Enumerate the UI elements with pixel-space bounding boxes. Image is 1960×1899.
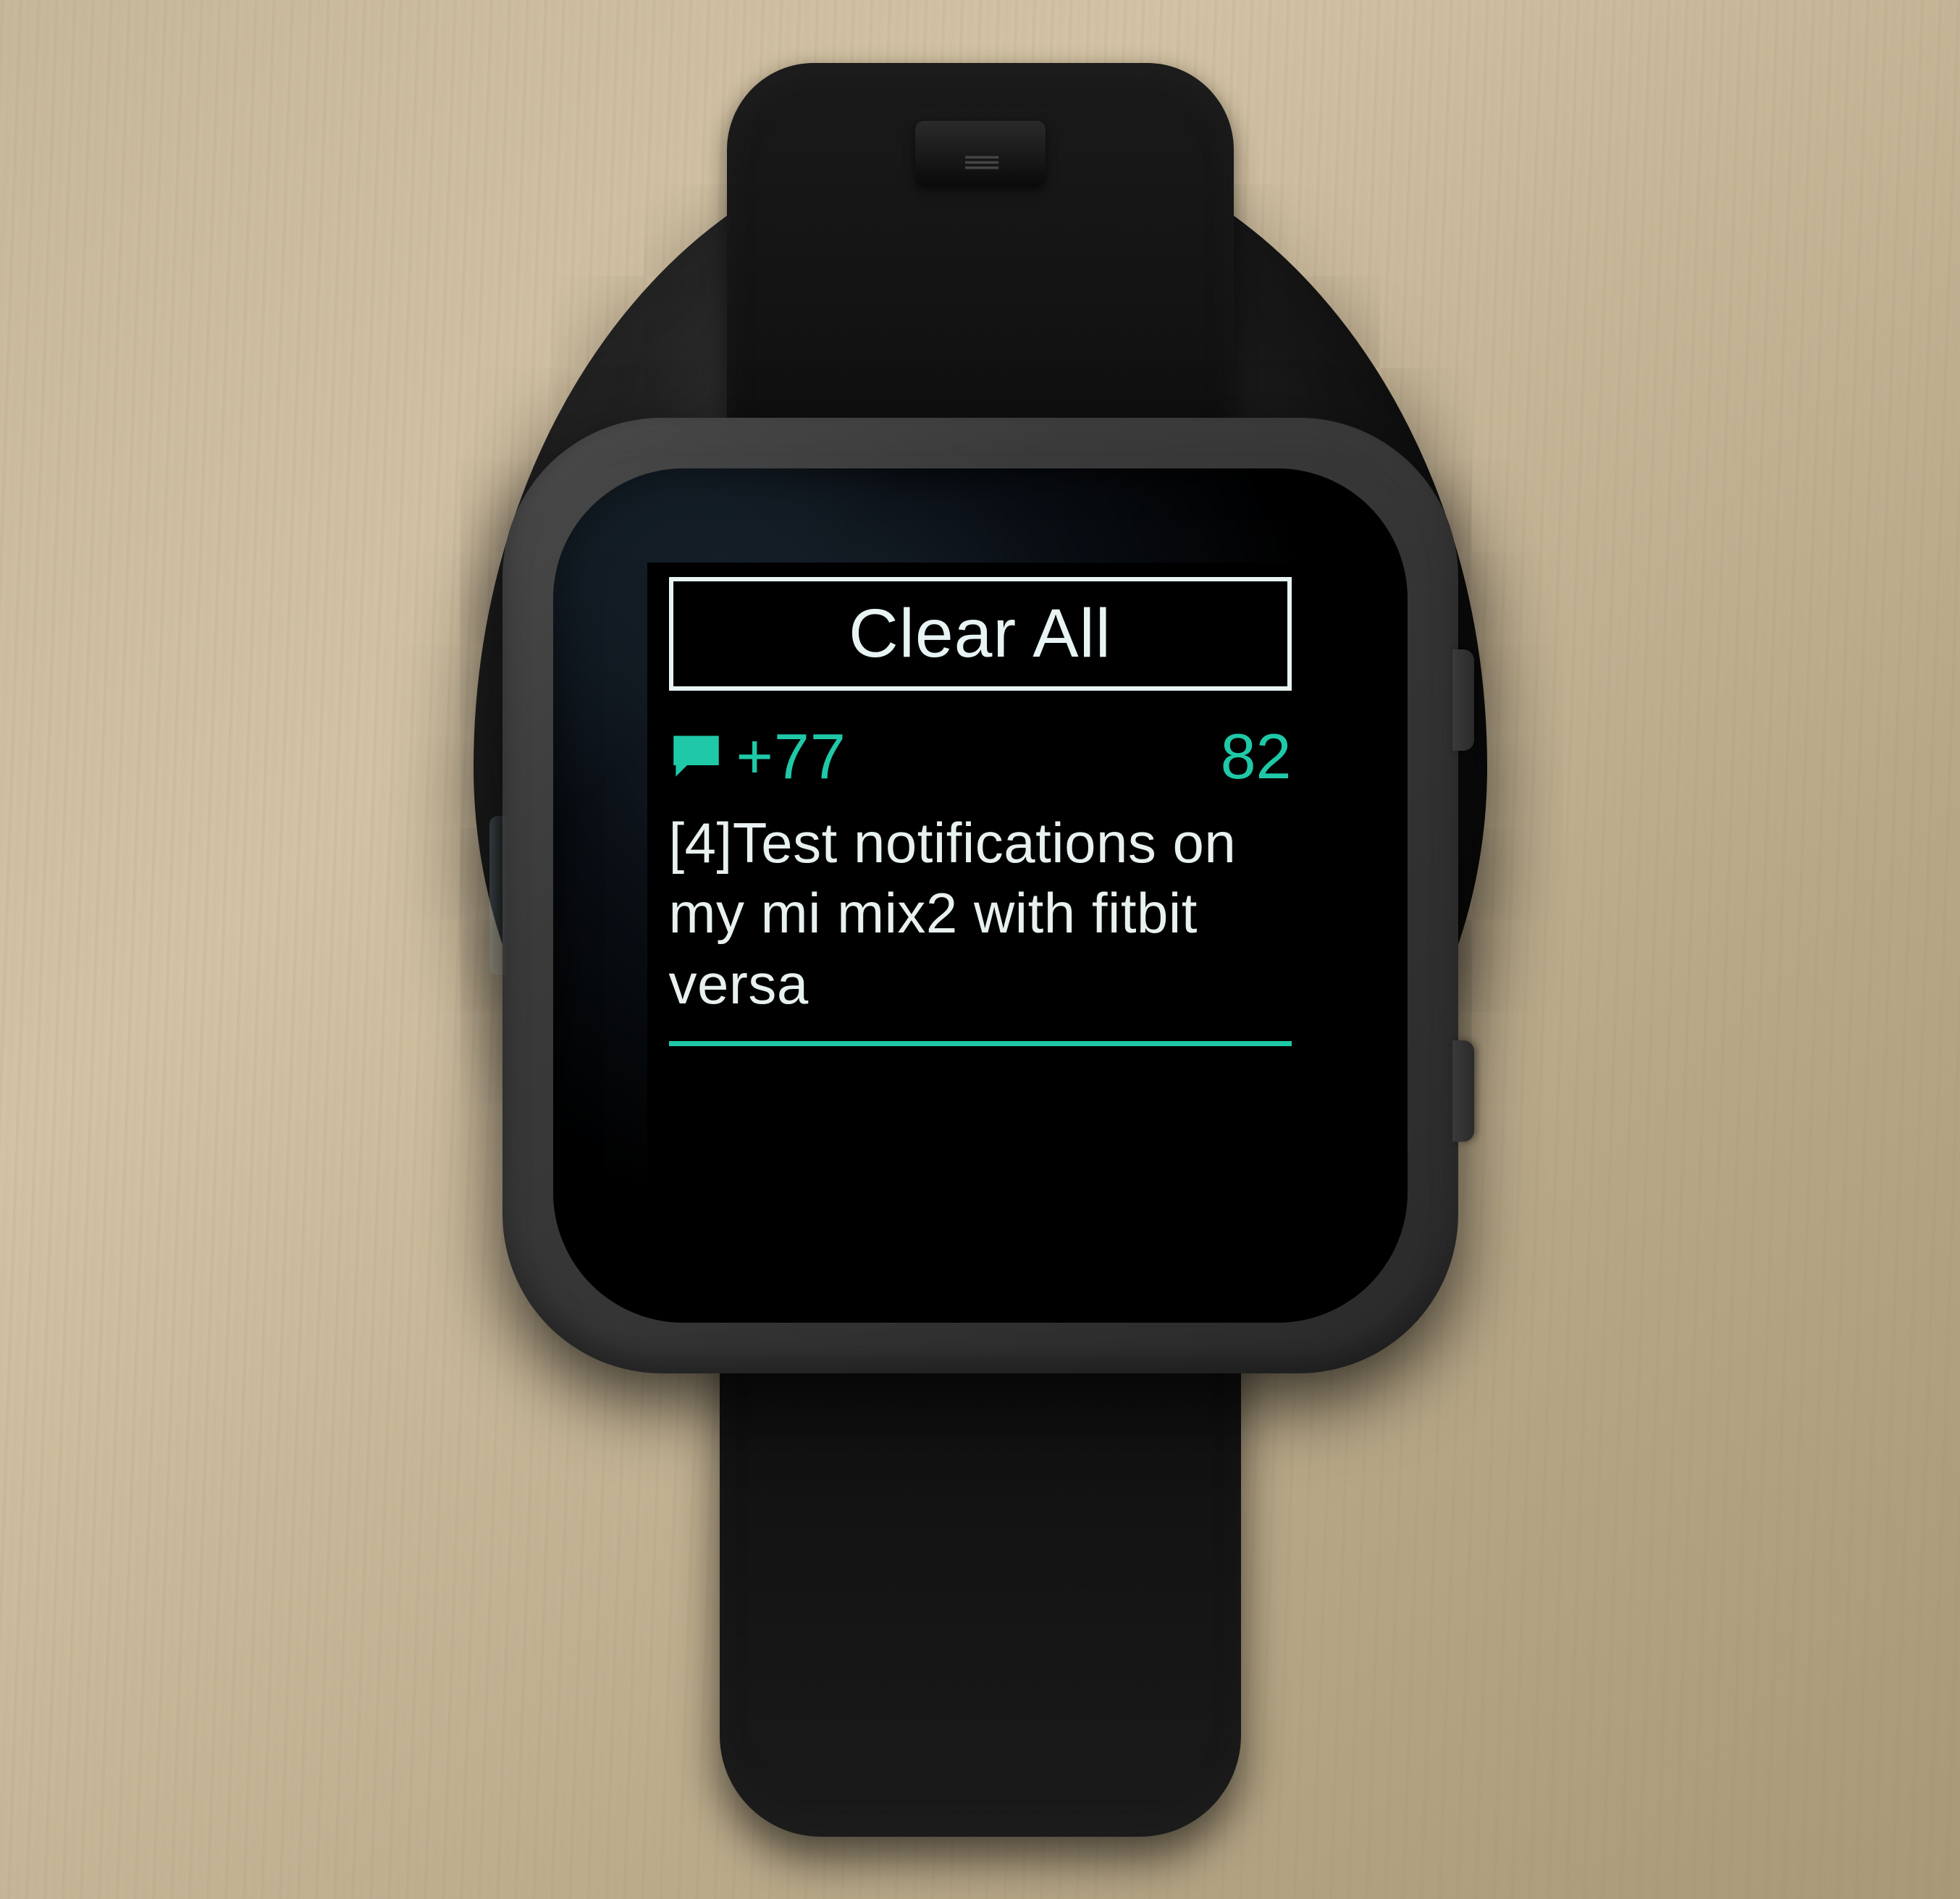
watch-band-top (727, 63, 1234, 461)
notification-sender: +77 (736, 720, 1208, 793)
notification-count: 82 (1221, 720, 1292, 793)
watch-screen[interactable]: Clear All +77 82 [4]Test notifications o… (647, 563, 1313, 1229)
side-button-bottom[interactable] (1452, 1040, 1474, 1142)
side-button-top[interactable] (1452, 649, 1474, 751)
notification-divider (669, 1041, 1292, 1046)
watch-band-bottom (720, 1330, 1241, 1837)
notification-header[interactable]: +77 82 (669, 720, 1292, 793)
chat-bubble-icon (669, 733, 723, 780)
screen-bezel: Clear All +77 82 [4]Test notifications o… (553, 468, 1408, 1323)
notification-body[interactable]: [4]Test notifications on my mi mix2 with… (669, 808, 1292, 1020)
smartwatch: Clear All +77 82 [4]Test notifications o… (502, 63, 1458, 1837)
bezel-reflection (489, 816, 508, 975)
clear-all-button[interactable]: Clear All (669, 577, 1292, 691)
watch-body: Clear All +77 82 [4]Test notifications o… (502, 418, 1458, 1373)
